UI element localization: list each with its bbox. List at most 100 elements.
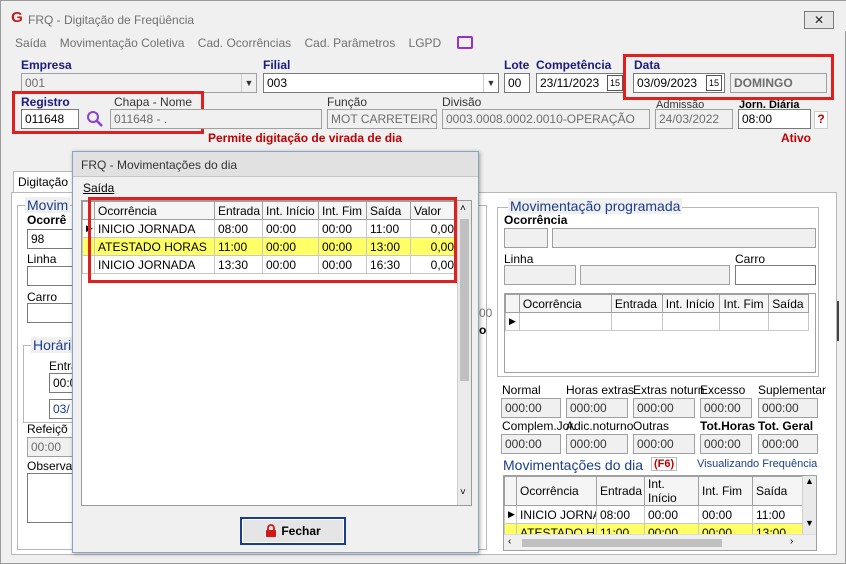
mov-dia-shortcut[interactable]: (F6) (651, 457, 678, 471)
close-window-button[interactable]: ✕ (804, 11, 834, 29)
row-pointer-icon: ▶ (505, 312, 520, 331)
funcao-field: MOT CARRETEIRO (327, 109, 437, 129)
monitor-icon[interactable] (457, 36, 473, 49)
ocorrencia-input[interactable]: 98 (27, 229, 77, 249)
menu-lgpd[interactable]: LGPD (409, 36, 442, 50)
programada-carro-input[interactable] (735, 265, 816, 285)
title-bar: G FRQ - Digitação de Freqüência ✕ (1, 1, 846, 31)
mov-dia-vscroll[interactable]: ▲ ▼ (802, 476, 816, 534)
suplementar-field: 000:00 (758, 398, 818, 418)
dialog-vscroll[interactable]: ˄ ˅ (457, 201, 471, 505)
dialog-menu-saida[interactable]: Saída (83, 181, 114, 195)
dia-col-int-fim[interactable]: Int. Fim (698, 476, 753, 506)
horas-extras-label: Horas extras (566, 383, 635, 397)
registro-label: Registro (21, 95, 70, 109)
menu-cad-parametros[interactable]: Cad. Parâmetros (305, 36, 396, 50)
lote-input[interactable]: 00 (504, 73, 530, 93)
menu-movimentacao-coletiva[interactable]: Movimentação Coletiva (60, 36, 185, 50)
empresa-label: Empresa (21, 58, 72, 72)
vscroll-thumb[interactable] (460, 219, 469, 381)
normal-field: 000:00 (501, 398, 561, 418)
prog-col-int-fim[interactable]: Int. Fim (719, 294, 770, 313)
empresa-select[interactable]: 001 (21, 73, 257, 93)
app-logo-icon: G (11, 9, 23, 26)
ocorrencia-label: Ocorrê (27, 213, 67, 227)
help-icon[interactable]: ? (814, 111, 828, 129)
tab-digitacao[interactable]: Digitação d (13, 171, 73, 193)
visualizando-link[interactable]: Visualizando Frequência (697, 458, 817, 470)
registro-input[interactable]: 011648 (21, 109, 79, 129)
excesso-label: Excesso (700, 383, 746, 397)
table-row[interactable]: ▶ INICIO JORNA 08:00 00:00 00:00 11:00 (504, 505, 803, 524)
programada-linha-desc (580, 265, 730, 285)
tot-horas-field: 000:00 (700, 434, 752, 454)
scroll-right-icon[interactable]: › (790, 536, 793, 547)
scroll-down-icon[interactable]: ▼ (805, 518, 814, 528)
filial-label: Filial (263, 58, 291, 72)
outras-label: Outras (633, 419, 670, 433)
scroll-down-icon[interactable]: ˅ (460, 487, 466, 498)
programada-grid: Ocorrência Entrada Int. Início Int. Fim … (504, 293, 816, 373)
cell-saida: 11:00 (752, 505, 803, 524)
empresa-value: 001 (25, 76, 46, 90)
grid-indicator-header (504, 476, 517, 506)
filial-dropdown-icon[interactable]: ▼ (483, 74, 498, 92)
admissao-field: 24/03/2022 (655, 109, 733, 129)
row-pointer-icon: ▶ (504, 505, 517, 524)
prog-col-int-inicio[interactable]: Int. Início (661, 294, 721, 313)
filial-value: 003 (267, 76, 288, 90)
filial-select[interactable]: 003 (263, 73, 499, 93)
observacao-textarea[interactable] (27, 473, 77, 523)
refeicao-label: Refeiçõ (27, 422, 68, 436)
programada-linha-code (504, 265, 576, 285)
scroll-left-icon[interactable]: ‹ (508, 536, 511, 547)
lock-icon (265, 521, 277, 537)
linha-input[interactable] (27, 266, 77, 286)
window-resize-grip[interactable] (837, 301, 845, 341)
divisao-label: Divisão (442, 95, 482, 109)
scroll-up-icon[interactable]: ▲ (805, 476, 814, 486)
virada-message: Permite digitação de virada de dia (208, 131, 403, 145)
data-calendar-icon[interactable]: 15 (706, 75, 722, 91)
horas-extras-field: 000:00 (566, 398, 628, 418)
dia-col-ocorrencia[interactable]: Ocorrência (516, 476, 597, 506)
scroll-up-icon[interactable]: ˄ (460, 203, 466, 214)
menu-bar: Saída Movimentação Coletiva Cad. Ocorrên… (15, 36, 451, 50)
tot-geral-field: 000:00 (758, 434, 818, 454)
movimentacao-title: Movim (25, 197, 71, 213)
movimentacoes-dialog: FRQ - Movimentações do dia Saída Ocorrên… (72, 151, 479, 553)
suplementar-label: Suplementar (758, 383, 827, 397)
fechar-button[interactable]: Fechar (240, 517, 346, 545)
chapa-label: Chapa - Nome (114, 95, 193, 109)
grid-indicator-header (505, 294, 520, 313)
dia-col-entrada[interactable]: Entrada (596, 476, 645, 506)
dia-col-saida[interactable]: Saída (752, 476, 803, 506)
horario-title: Horári (31, 337, 74, 353)
fechar-label: Fechar (281, 524, 321, 538)
programada-title: Movimentação programada (508, 198, 683, 214)
mov-dia-hscroll[interactable]: ‹ › (504, 534, 816, 550)
divisao-field: 0003.0008.0002.0010-OPERAÇÃO (442, 109, 650, 129)
window-title: FRQ - Digitação de Freqüência (28, 13, 195, 27)
complem-jor-label: Complem.Jor. (502, 419, 577, 433)
empresa-dropdown-icon[interactable]: ▼ (241, 74, 256, 92)
chapa-nome-field: 011648 - . (110, 109, 322, 129)
programada-linha-label: Linha (504, 252, 534, 266)
cell-ocorrencia: INICIO JORNA (516, 505, 597, 524)
jornada-input[interactable]: 08:00 (738, 109, 811, 129)
prog-col-saida[interactable]: Saída (768, 294, 809, 313)
search-icon[interactable] (85, 109, 105, 129)
menu-saida[interactable]: Saída (15, 36, 46, 50)
mov-dia-title: Movimentações do dia (503, 457, 644, 473)
dia-col-int-inicio[interactable]: Int. Início (644, 476, 699, 506)
menu-cad-ocorrencias[interactable]: Cad. Ocorrências (198, 36, 291, 50)
carro-input[interactable] (27, 303, 77, 323)
prog-col-ocorrencia[interactable]: Ocorrência (518, 294, 612, 313)
hscroll-thumb[interactable] (522, 539, 722, 547)
cell-int-fim: 00:00 (698, 505, 753, 524)
table-row[interactable]: ▶ (505, 312, 809, 331)
competencia-calendar-icon[interactable]: 15 (607, 75, 623, 91)
prog-col-entrada[interactable]: Entrada (610, 294, 663, 313)
observacao-label: Observaç (27, 459, 79, 473)
funcao-label: Função (327, 95, 368, 109)
